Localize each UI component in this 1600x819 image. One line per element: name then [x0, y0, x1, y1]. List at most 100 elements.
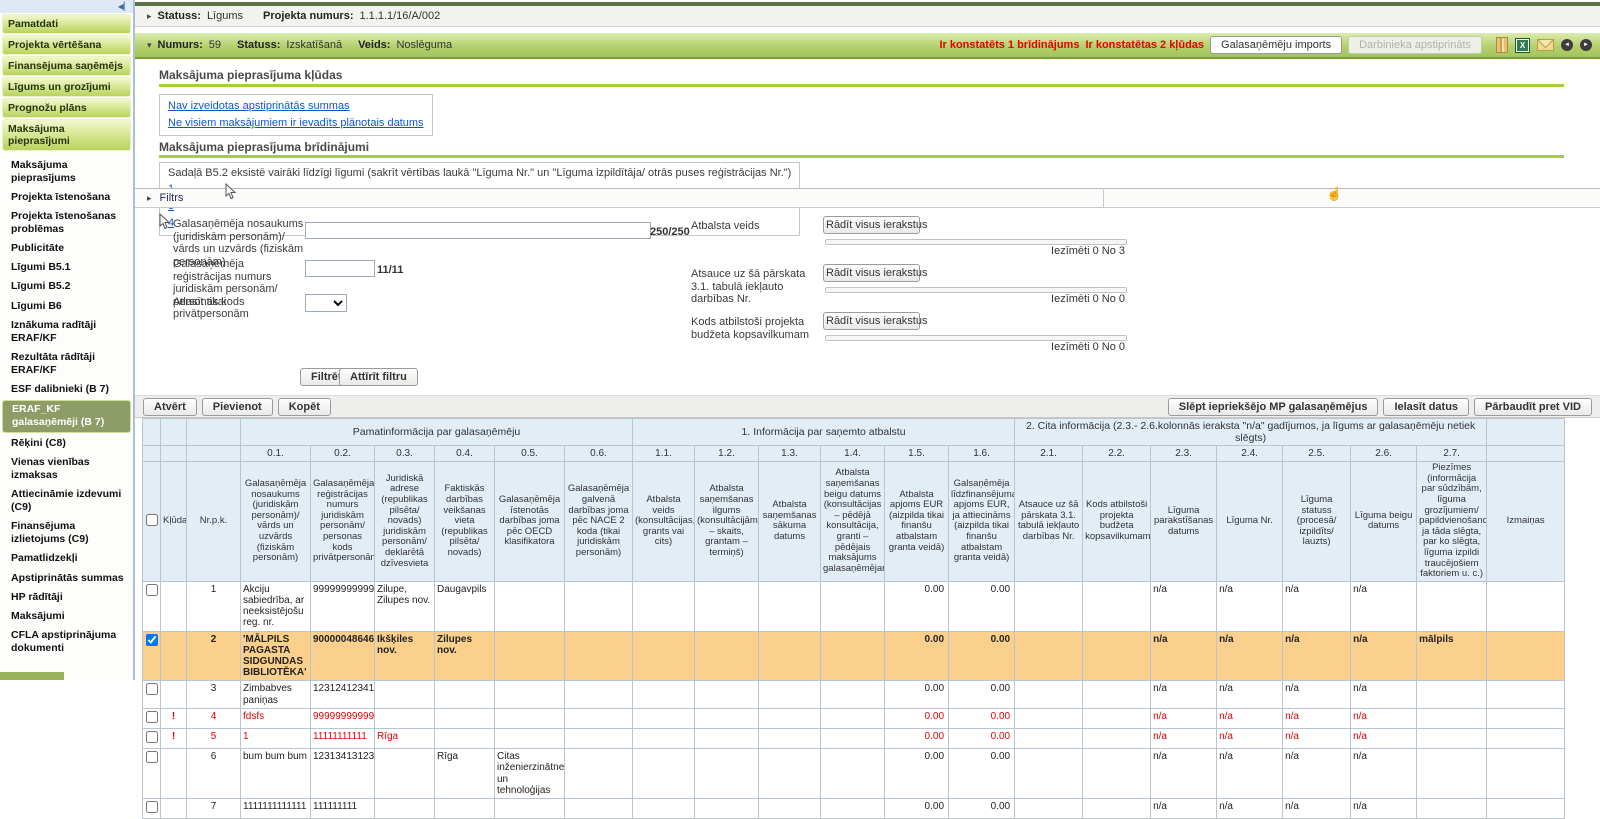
sidebar-item-rezultāta-rādītāji-eraf-kf[interactable]: Rezultāta rādītāji ERAF/KF	[2, 348, 131, 379]
cell-c04: Rīga	[435, 749, 495, 799]
nav-next-icon[interactable]: ►	[1580, 39, 1592, 51]
column-number-check	[143, 446, 161, 462]
warning-count-text: Ir konstatēts 1 brīdinājums	[939, 39, 1079, 51]
cell-c22	[1083, 749, 1151, 799]
beneficiary-name-counter: 250/250	[650, 226, 690, 238]
sidebar-item-līgumi-b5-1[interactable]: Līgumi B5.1	[2, 259, 131, 277]
sidebar-item-pamatdati[interactable]: Pamatdati	[2, 14, 131, 34]
row-checkbox[interactable]	[146, 751, 158, 763]
select-all-checkbox[interactable]	[146, 514, 158, 526]
show-all-records-button[interactable]: Rādīt visus ierakstus	[823, 312, 920, 330]
cell-c06	[565, 708, 633, 728]
sidebar-item-līgumi-b5-2[interactable]: Līgumi B5.2	[2, 278, 131, 296]
table-row[interactable]: 1Akciju sabiedrība, ar neeksistējošu reg…	[143, 581, 1565, 631]
request-number-value: 59	[209, 39, 221, 51]
table-group-header	[1487, 419, 1565, 446]
cell-c23: n/a	[1151, 631, 1217, 681]
sidebar-item-cfla-apstiprinājuma-dokumenti[interactable]: CFLA apstiprinājuma dokumenti	[2, 626, 131, 657]
sidebar-item-maksājuma-pieprasījums[interactable]: Maksājuma pieprasījums	[2, 156, 131, 187]
cell-c24: n/a	[1217, 681, 1283, 708]
table-row[interactable]: !5111111111111Rīga0.000.00n/an/an/an/a	[143, 728, 1565, 748]
import-beneficiaries-button[interactable]: Galasaņēmēju imports	[1210, 36, 1342, 54]
cell-c24: n/a	[1217, 581, 1283, 631]
expand-arrow-icon[interactable]: ▾	[147, 40, 152, 51]
sidebar-item-līgums-un-grozījumi[interactable]: Līgums un grozījumi	[2, 77, 131, 97]
hide-previous-mp-button[interactable]: Slēpt iepriekšējo MP galasaņēmējus	[1168, 398, 1379, 416]
add-button[interactable]: Pievienot	[202, 398, 273, 416]
cell-c06	[565, 749, 633, 799]
envelope-icon[interactable]	[1537, 39, 1554, 51]
copy-button[interactable]: Kopēt	[278, 398, 331, 416]
table-row[interactable]: !4fdsfs999999999990.000.00n/an/an/an/a	[143, 708, 1565, 728]
sidebar-item-maksājuma-pieprasījumi[interactable]: Maksājuma pieprasījumi	[2, 119, 131, 151]
cell-c01: bum bum bum	[241, 749, 311, 799]
sidebar-item-iznākuma-radītāji-eraf-kf[interactable]: Iznākuma radītāji ERAF/KF	[2, 316, 131, 347]
clear-filter-button[interactable]: Attīrīt filtru	[339, 368, 418, 386]
column-header-c25: Līguma statuss (procesā/ izpildīts/ lauz…	[1283, 462, 1351, 582]
sidebar-item-vienas-vienības-izmaksas[interactable]: Vienas vienības izmaksas	[2, 453, 131, 484]
sidebar-item-rēķini-c8[interactable]: Rēķini (C8)	[2, 434, 131, 452]
cell-err	[161, 681, 187, 708]
registration-number-label: Galasaņēmēja reģistrācijas numurs juridi…	[173, 258, 305, 321]
cell-nr: 3	[187, 681, 241, 708]
row-checkbox[interactable]	[146, 584, 158, 596]
row-checkbox[interactable]	[146, 711, 158, 723]
table-row[interactable]: 711111111111111111111110.000.00n/an/an/a…	[143, 798, 1565, 818]
row-checkbox[interactable]	[146, 683, 158, 695]
sidebar-item-pamatlidzekļi[interactable]: Pamatlidzekļi	[2, 550, 131, 568]
beneficiary-name-input[interactable]	[305, 222, 651, 239]
column-header-c05: Galasaņēmēja īstenotās darbības joma pēc…	[495, 462, 565, 582]
load-data-button[interactable]: Ielasīt datus	[1383, 398, 1469, 416]
registration-number-input[interactable]	[305, 260, 375, 277]
sidebar-item-projekta-vērtēšana[interactable]: Projekta vērtēšana	[2, 35, 131, 55]
table-row[interactable]: 6bum bum bum12313413123RīgaCitas inženie…	[143, 749, 1565, 799]
sidebar-item-publicitāte[interactable]: Publicitāte	[2, 240, 131, 258]
sidebar-item-esf-dalibnieki-b-7[interactable]: ESF dalibnieki (B 7)	[2, 381, 131, 399]
cell-c15: 0.00	[885, 581, 949, 631]
select-only-dropdown[interactable]	[305, 294, 347, 312]
show-all-records-button[interactable]: Rādīt visus ierakstus	[823, 216, 920, 234]
sidebar-item-prognožu-plāns[interactable]: Prognožu plāns	[2, 98, 131, 118]
sidebar-item-eraf-kf-galasaņēmēji-b-7[interactable]: ERAF_KF galasaņēmēji (B 7)	[2, 400, 131, 433]
sidebar-item-hp-rādītāji[interactable]: HP rādītāji	[2, 588, 131, 606]
cell-c15: 0.00	[885, 708, 949, 728]
sidebar-item-maksājumi[interactable]: Maksājumi	[2, 607, 131, 625]
filter-collapse-icon[interactable]: ▸	[147, 193, 152, 204]
row-checkbox[interactable]	[146, 731, 158, 743]
row-checkbox[interactable]	[146, 634, 158, 646]
sidebar-item-līgumi-b6[interactable]: Līgumi B6	[2, 297, 131, 315]
open-button[interactable]: Atvērt	[143, 398, 197, 416]
sidebar-item-apstiprinātās-summas[interactable]: Apstiprinātās summas	[2, 569, 131, 587]
error-link-1[interactable]: Nav izveidotas apstiprinātās summas	[168, 98, 424, 115]
cell-c13	[759, 708, 821, 728]
table-group-header	[187, 419, 241, 446]
table-row[interactable]: 3Zimbabves paniņas123124123410.000.00n/a…	[143, 681, 1565, 708]
nav-prev-icon[interactable]: ◄	[1561, 39, 1573, 51]
column-number-nr	[187, 446, 241, 462]
table-row[interactable]: 2'MĀLPILS PAGASTA SIDGUNDAS BIBLIOTĒKA'9…	[143, 631, 1565, 681]
table-group-header: 1. Informācija par saņemto atbalstu	[633, 419, 1015, 446]
sidebar-item-attiecināmie-izdevumi-c9[interactable]: Attiecināmie izdevumi (C9)	[2, 485, 131, 516]
filter-section-header[interactable]: ▸ Filtrs	[135, 188, 1600, 208]
column-number-c01: 0.1.	[241, 446, 311, 462]
sidebar-item-finansējuma-saņēmējs[interactable]: Finansējuma saņēmējs	[2, 56, 131, 76]
error-link-2[interactable]: Ne visiem maksājumiem ir ievadīts plānot…	[168, 115, 424, 132]
cell-check	[143, 749, 161, 799]
request-type-label: Veids:	[358, 39, 390, 51]
sidebar-item-finansējuma-izlietojums-c9[interactable]: Finansējuma izlietojums (C9)	[2, 518, 131, 549]
cell-izm	[1487, 728, 1565, 748]
check-vid-button[interactable]: Pārbaudīt pret VID	[1474, 398, 1592, 416]
status-label: Statuss:	[158, 10, 201, 22]
sidebar-item-projekta-īstenošana[interactable]: Projekta īstenošana	[2, 188, 131, 206]
column-number-c16: 1.6.	[949, 446, 1015, 462]
main-content: ▸ Statuss: Līgums Projekta numurs: 1.1.1…	[135, 0, 1600, 680]
excel-export-icon[interactable]: X	[1515, 38, 1530, 53]
cell-izm	[1487, 749, 1565, 799]
columns-settings-icon[interactable]	[1496, 37, 1508, 53]
sidebar-collapse-icon[interactable]: ◀▏	[118, 2, 130, 11]
row-checkbox[interactable]	[146, 801, 158, 813]
filter-group-count: Iezīmēti 0 No 0	[1051, 341, 1125, 353]
collapse-arrow-icon[interactable]: ▸	[147, 11, 152, 22]
sidebar-item-projekta-īstenošanas-problēmas[interactable]: Projekta īstenošanas problēmas	[2, 207, 131, 238]
show-all-records-button[interactable]: Rādīt visus ierakstus	[823, 264, 920, 282]
